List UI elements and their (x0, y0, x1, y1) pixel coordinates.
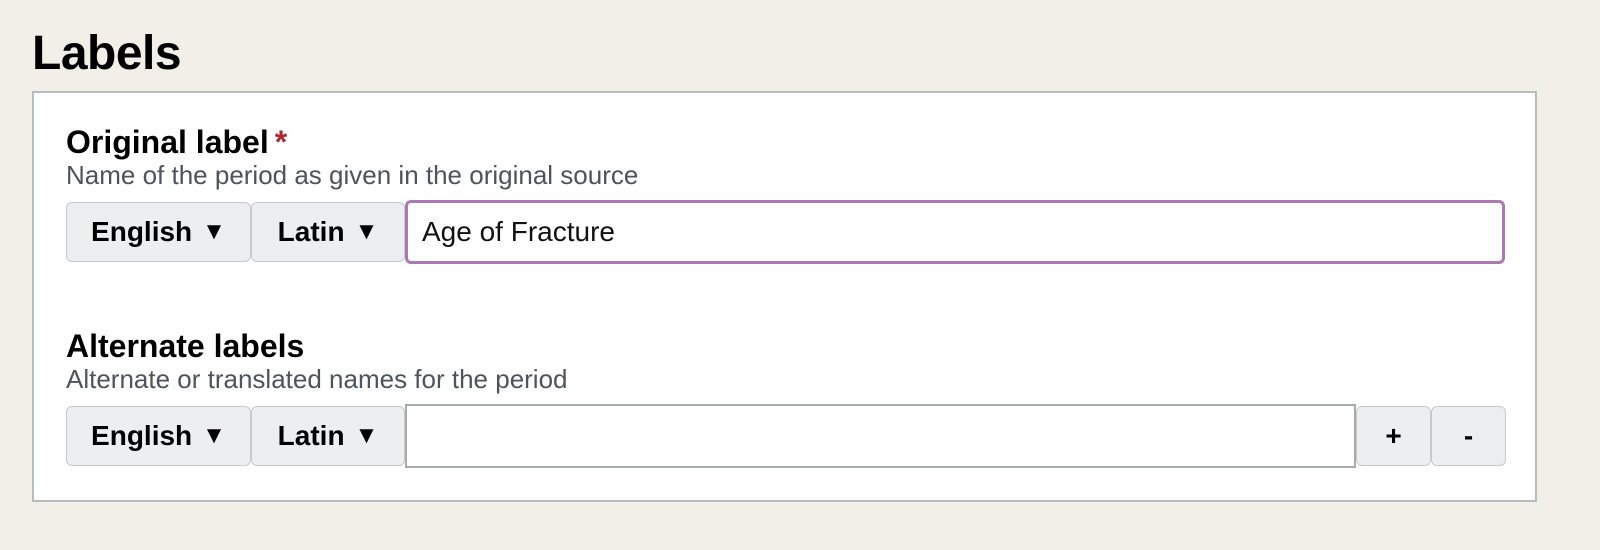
script-label: Latin (277, 216, 345, 247)
add-label-button[interactable]: + (1356, 406, 1431, 466)
original-label-input[interactable] (405, 200, 1505, 264)
language-label: English (91, 420, 193, 451)
remove-label-button[interactable]: - (1431, 406, 1506, 466)
caret-down-icon: ▼ (354, 218, 379, 245)
original-label-row: English ▼ Latin ▼ (66, 200, 1505, 264)
original-script-dropdown[interactable]: Latin ▼ (251, 202, 405, 262)
original-label-heading: Original label * (66, 123, 287, 161)
labels-panel: Original label * Name of the period as gi… (32, 91, 1537, 502)
alternate-script-dropdown[interactable]: Latin ▼ (251, 406, 405, 466)
original-language-dropdown[interactable]: English ▼ (66, 202, 251, 262)
script-label: Latin (277, 420, 345, 451)
alternate-labels-help: Alternate or translated names for the pe… (66, 364, 568, 394)
required-marker: * (274, 124, 288, 160)
alternate-label-input[interactable] (405, 404, 1356, 468)
alternate-labels-title: Alternate labels (66, 328, 305, 364)
caret-down-icon: ▼ (354, 422, 379, 449)
caret-down-icon: ▼ (202, 422, 226, 449)
caret-down-icon: ▼ (202, 218, 226, 245)
original-label-title: Original label (66, 124, 269, 160)
language-label: English (91, 216, 193, 247)
alternate-language-dropdown[interactable]: English ▼ (66, 406, 251, 466)
alternate-label-row: English ▼ Latin ▼ + - (66, 404, 1506, 468)
page-title: Labels (32, 27, 182, 80)
original-label-help: Name of the period as given in the origi… (66, 160, 639, 190)
